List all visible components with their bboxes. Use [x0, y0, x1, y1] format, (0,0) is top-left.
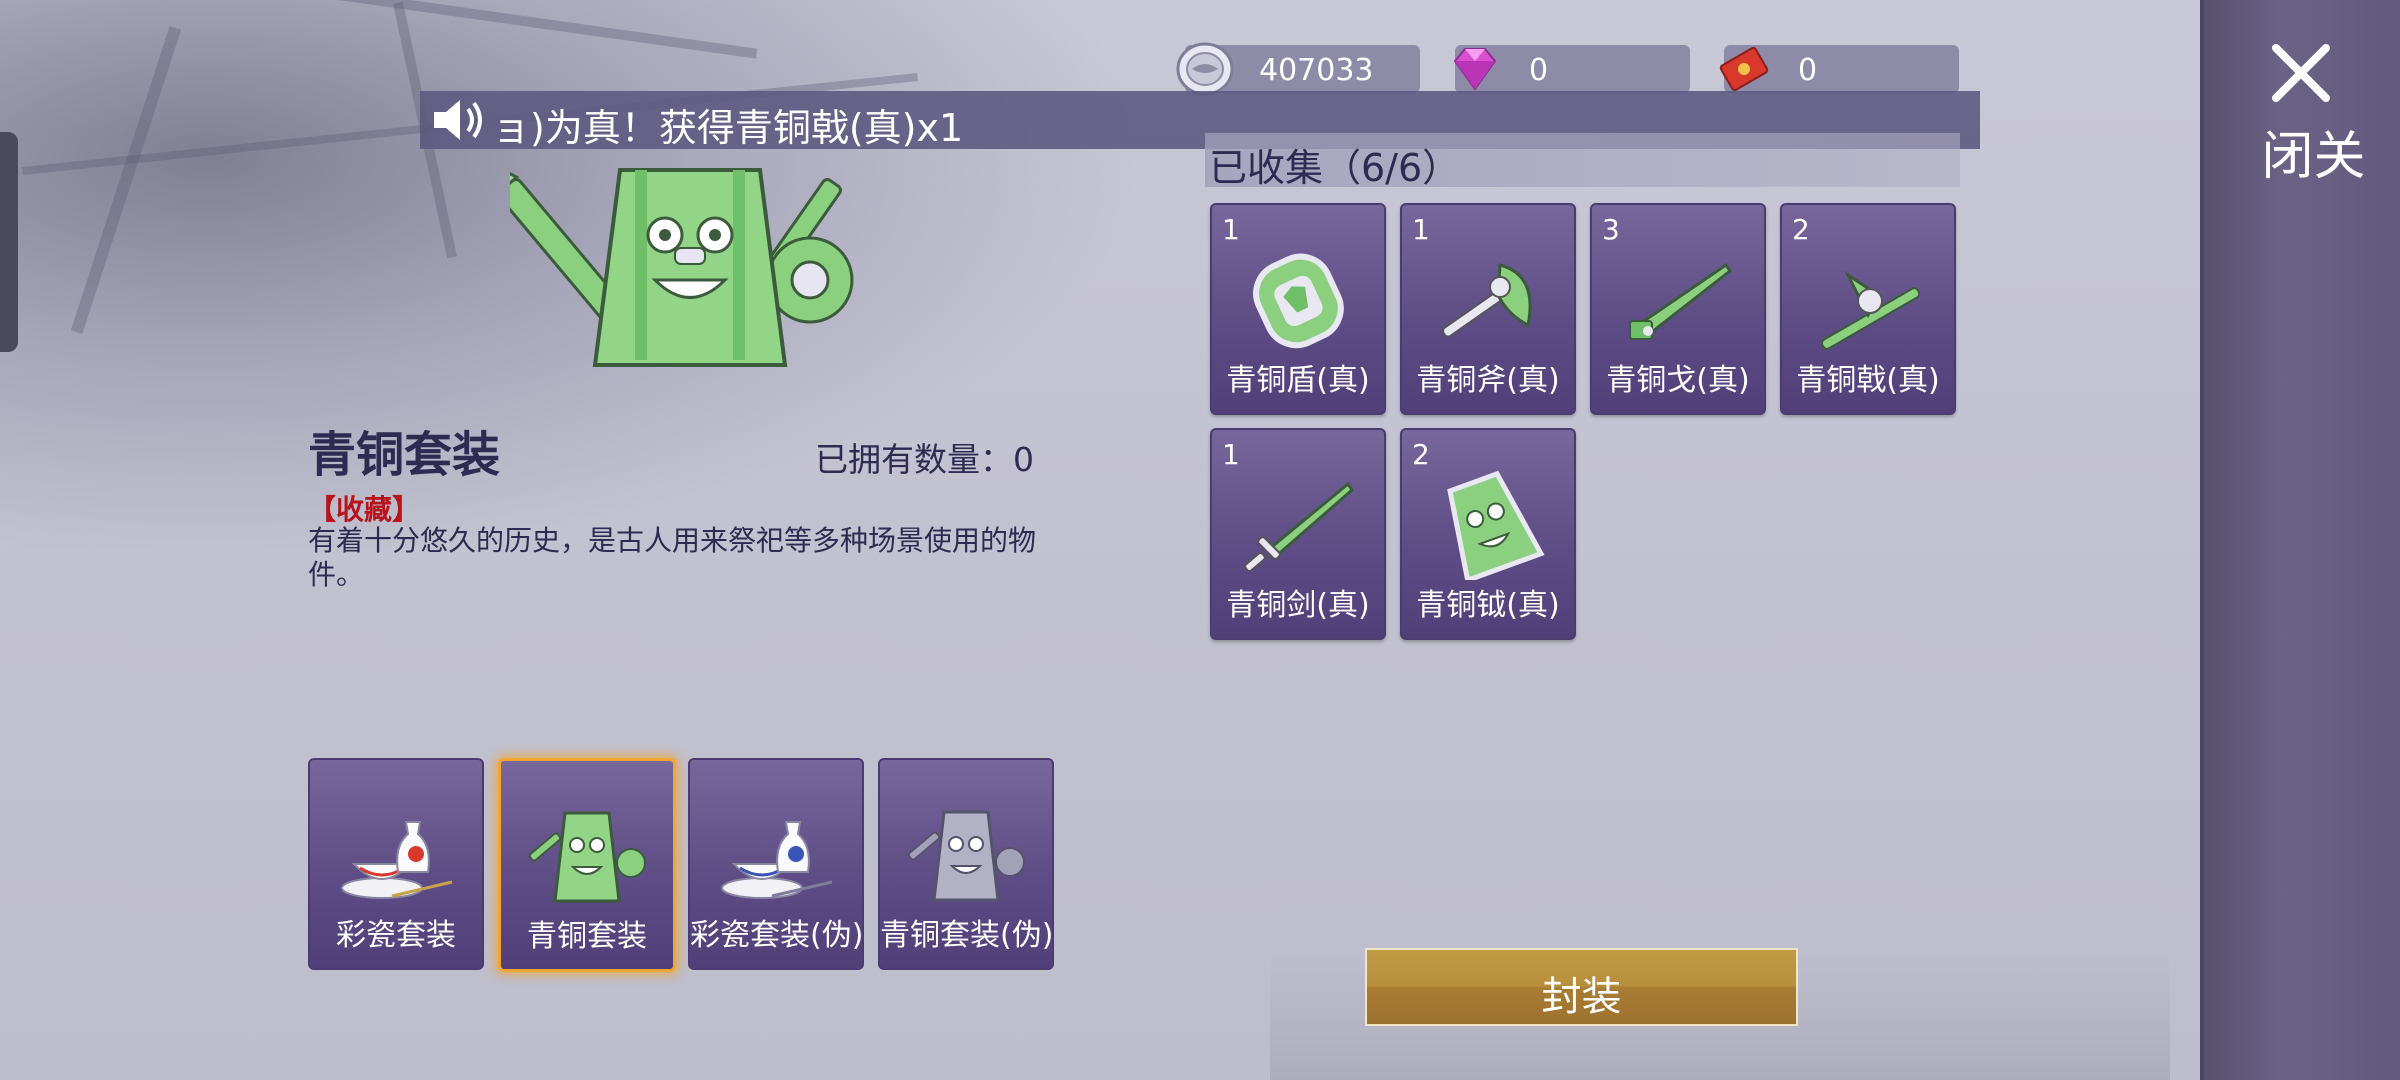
- bronze-set-artwork: [510, 159, 854, 367]
- porcelain-set-icon: [341, 821, 453, 899]
- collection-item-axe[interactable]: 1 青铜斧(真): [1400, 203, 1576, 415]
- currency-gem: 0: [1453, 45, 1690, 93]
- item-name: 青铜盾(真): [1226, 363, 1370, 398]
- item-count: 1: [1222, 213, 1240, 246]
- set-card-porcelain-fake[interactable]: 彩瓷套装(伪): [688, 758, 864, 970]
- set-title: 青铜套装: [308, 427, 501, 483]
- porcelain-set-fake-icon: [721, 821, 833, 899]
- owned-count: 已拥有数量：0: [815, 440, 1034, 479]
- collection-item-halberd[interactable]: 2 青铜戟(真): [1780, 203, 1956, 415]
- item-description: 有着十分悠久的历史，是古人用来祭祀等多种场景使用的物件。: [308, 524, 1037, 591]
- bronze-set-fake-icon: [907, 810, 1025, 902]
- gem-amount: 0: [1529, 53, 1549, 88]
- bronze-dagger-axe-icon: [1629, 262, 1733, 340]
- bronze-sword-icon: [1244, 481, 1354, 572]
- seal-button-label: 封装: [1541, 974, 1622, 1020]
- collected-label: 已收集（6/6）: [1209, 146, 1461, 190]
- collection-item-dagger-axe[interactable]: 3 青铜戈(真): [1590, 203, 1766, 415]
- item-name: 青铜戈(真): [1606, 363, 1750, 398]
- left-edge-tab[interactable]: [0, 132, 18, 352]
- item-name: 青铜斧(真): [1416, 363, 1560, 398]
- close-label: 关闭: [2252, 128, 2364, 184]
- gem-icon: [1453, 48, 1497, 91]
- set-name: 青铜套装(伪): [880, 918, 1054, 953]
- set-name: 彩瓷套装: [336, 918, 456, 953]
- bronze-shield-icon: [1253, 253, 1344, 349]
- currency-silver: 407033: [1176, 42, 1420, 96]
- collection-item-battle-axe[interactable]: 2 青铜钺(真): [1400, 428, 1576, 640]
- bronze-set-icon: [528, 811, 646, 903]
- item-count: 3: [1602, 213, 1620, 246]
- bronze-battle-axe-icon: [1447, 470, 1545, 580]
- speaker-icon: [434, 100, 482, 140]
- set-card-bronze[interactable]: 青铜套装: [498, 758, 676, 972]
- ticket-amount: 0: [1798, 53, 1818, 88]
- collected-header: 已收集（6/6）: [1205, 133, 1960, 190]
- collection-item-sword[interactable]: 1 青铜剑(真): [1210, 428, 1386, 640]
- currency-ticket: 0: [1719, 45, 1959, 93]
- silver-coin-icon: [1176, 42, 1234, 96]
- side-panel: 关闭: [2200, 0, 2400, 1080]
- set-card-bronze-fake[interactable]: 青铜套装(伪): [878, 758, 1054, 970]
- set-name: 彩瓷套装(伪): [690, 918, 864, 953]
- collection-tag: 【收藏】: [308, 493, 421, 526]
- close-button[interactable]: 关闭: [2242, 28, 2364, 228]
- item-count: 1: [1412, 213, 1430, 246]
- seal-button[interactable]: 封装: [1365, 948, 1798, 1026]
- close-icon: [2272, 44, 2330, 102]
- item-name: 青铜戟(真): [1796, 363, 1940, 398]
- item-count: 2: [1792, 213, 1810, 246]
- set-card-porcelain[interactable]: 彩瓷套装: [308, 758, 484, 970]
- collection-item-shield[interactable]: 1 青铜盾(真): [1210, 203, 1386, 415]
- red-ticket-icon: [1719, 46, 1769, 92]
- silver-amount: 407033: [1259, 53, 1374, 88]
- item-name: 青铜钺(真): [1416, 588, 1560, 623]
- item-name: 青铜剑(真): [1226, 588, 1370, 623]
- set-name: 青铜套装: [527, 919, 647, 954]
- bronze-halberd-icon: [1820, 270, 1921, 350]
- item-count: 1: [1222, 438, 1240, 471]
- bronze-axe-icon: [1442, 263, 1532, 338]
- item-count: 2: [1412, 438, 1430, 471]
